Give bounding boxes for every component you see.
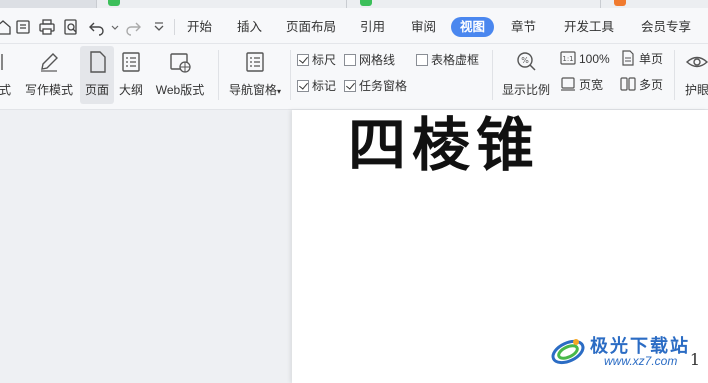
checkbox-empty-icon [344,54,356,66]
checkbox-checked-icon [344,80,356,92]
ruler-label: 标尺 [312,53,337,67]
zoom-100-icon: 1:1 [560,51,576,65]
document-type-icon [614,0,626,6]
page-icon [90,51,106,73]
eye-icon [685,56,708,68]
svg-text:%: % [521,56,529,65]
menu-bar: 开始 插入 页面布局 引用 审阅 视图 章节 开发工具 会员专享 [0,8,708,44]
zoom-button[interactable]: % 显示比例 [498,46,554,104]
document-heading: 四棱锥 [348,111,541,179]
ribbon-separator [674,50,675,100]
document-tab[interactable] [346,0,600,8]
multi-page-button[interactable]: 多页 [620,76,663,94]
document-tab-strip [0,0,708,8]
task-pane-checkbox[interactable]: 任务窗格 [344,78,407,94]
nav-pane-label: 导航窗格▾ [228,83,282,97]
zoom-label: 显示比例 [501,83,550,97]
zoom-100-label: 100% [579,52,610,66]
menu-separator [174,19,175,35]
multi-page-icon [620,77,636,91]
menu-view[interactable]: 视图 [451,17,495,37]
menu-references[interactable]: 引用 [360,17,385,37]
single-page-icon [622,50,634,66]
outline-button[interactable]: 大纲 [116,46,146,104]
menu-member[interactable]: 会员专享 [641,17,691,37]
single-page-button[interactable]: 单页 [620,50,663,68]
ribbon-separator [290,50,291,100]
zoom-icon: % [517,52,536,71]
marks-checkbox[interactable]: 标记 [297,78,336,94]
table-virtual-frame-label: 表格虚框 [431,53,480,67]
undo-icon[interactable] [88,18,106,36]
template-icon[interactable] [14,18,32,36]
home-icon[interactable] [0,18,12,36]
page-width-label: 页宽 [579,78,604,92]
zoom-100-button[interactable]: 1:1 100% [560,50,610,68]
ribbon-separator [492,50,493,100]
checkbox-empty-icon [416,54,428,66]
web-layout-label: Web版式 [155,83,205,97]
ribbon-view: 式 写作模式 页面 大纲 Web版式 导航窗格▾ 标尺 网格线 表格虚框 标记 … [0,44,708,110]
menu-developer-tools[interactable]: 开发工具 [564,17,614,37]
undo-dropdown-icon[interactable] [106,18,119,36]
quick-access-dropdown-icon[interactable] [150,18,164,36]
menu-review[interactable]: 审阅 [411,17,436,37]
document-type-icon [108,0,120,6]
table-virtual-frame-checkbox[interactable]: 表格虚框 [416,52,479,68]
nav-pane-icon [246,52,264,72]
menu-home[interactable]: 开始 [187,17,212,37]
redo-icon[interactable] [124,18,142,36]
writing-mode-button[interactable]: 写作模式 [22,46,76,104]
reading-mode-icon [1,54,3,70]
outline-icon [122,52,140,72]
multi-page-label: 多页 [639,78,664,92]
gridlines-checkbox[interactable]: 网格线 [344,52,395,68]
dropdown-arrow-icon: ▾ [277,87,282,96]
print-icon[interactable] [38,18,56,36]
print-preview-icon[interactable] [62,18,80,36]
checkbox-checked-icon [297,54,309,66]
svg-text:1:1: 1:1 [562,55,573,63]
single-page-label: 单页 [639,52,664,66]
page-view-label: 页面 [84,83,109,97]
page-width-icon [561,77,575,91]
ruler-checkbox[interactable]: 标尺 [297,52,336,68]
task-pane-label: 任务窗格 [359,79,408,93]
page-view-button[interactable]: 页面 [80,46,114,104]
reading-mode-label: 式 [0,83,11,97]
checkbox-checked-icon [297,80,309,92]
pen-icon [41,53,58,72]
reading-mode-button[interactable]: 式 [0,46,14,104]
gridlines-label: 网格线 [359,53,396,67]
eye-protect-label: 护眼 [684,83,708,97]
menu-insert[interactable]: 插入 [237,17,262,37]
nav-pane-button[interactable]: 导航窗格▾ [224,46,286,104]
web-layout-icon [170,53,191,73]
ribbon-separator [218,50,219,100]
web-layout-button[interactable]: Web版式 [150,46,210,104]
eye-protect-button[interactable]: 护眼 [680,46,708,104]
menu-page-layout[interactable]: 页面布局 [286,17,336,37]
site-watermark: 极光下载站 www.xz7.com [548,330,708,378]
marks-label: 标记 [312,79,337,93]
document-type-icon [360,0,372,6]
menu-chapter[interactable]: 章节 [511,17,536,37]
outline-label: 大纲 [118,83,143,97]
writing-mode-label: 写作模式 [24,83,73,97]
watermark-logo-icon [551,339,585,365]
page-width-button[interactable]: 页宽 [560,76,603,94]
document-tab[interactable] [96,0,346,8]
watermark-url: www.xz7.com [604,354,678,368]
